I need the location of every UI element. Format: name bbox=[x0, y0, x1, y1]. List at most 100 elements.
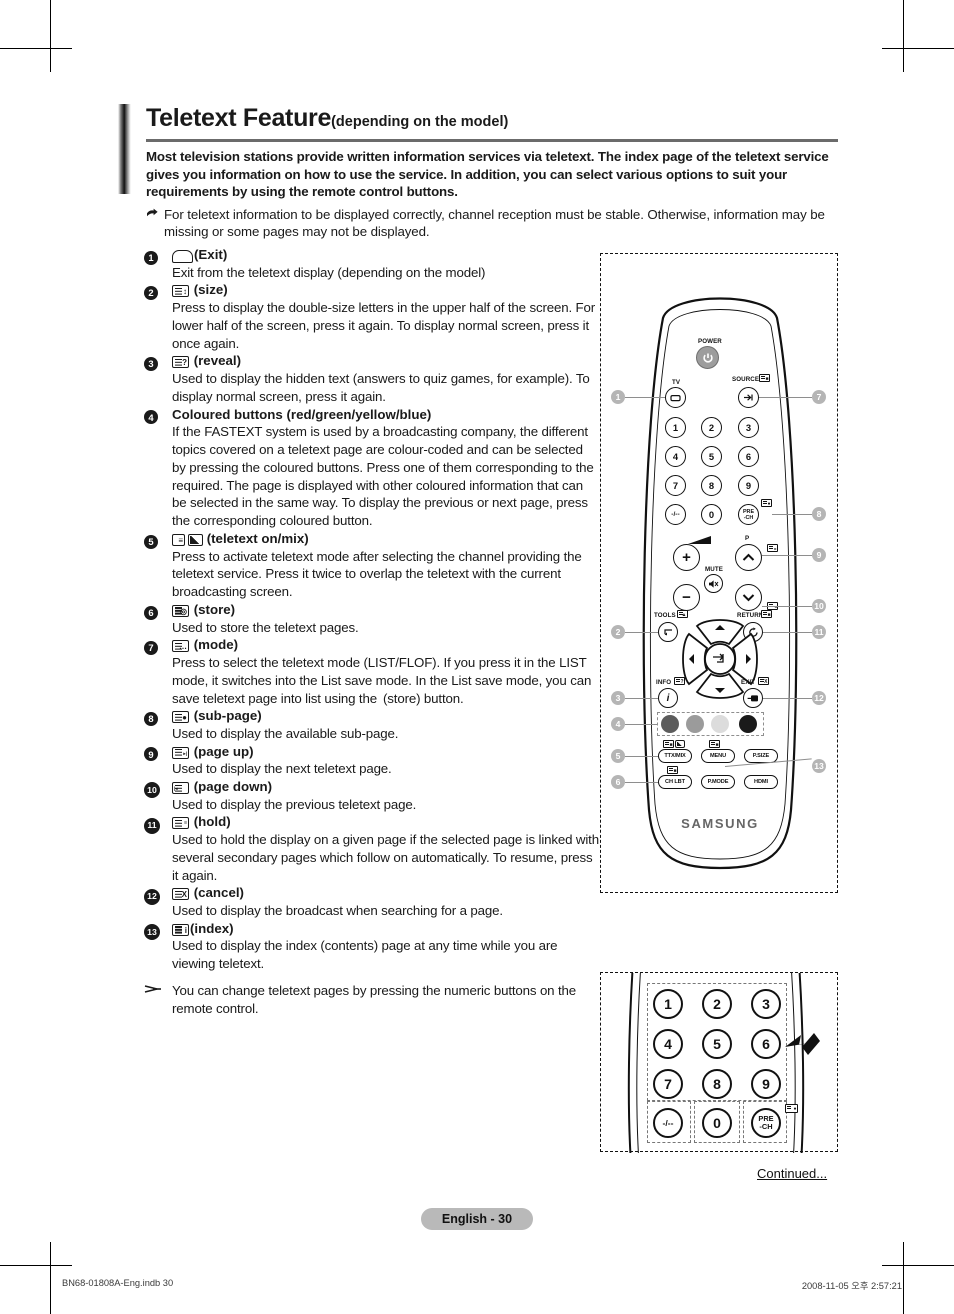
teletext-hold-icon: ≡ bbox=[172, 817, 189, 830]
list-item: 11 ≡ (hold) Used to hold the display on … bbox=[144, 813, 599, 884]
menu-teletext-glyph-icon: ■ bbox=[709, 740, 720, 748]
list-item-label: (size) bbox=[193, 282, 228, 298]
teletext-subpage-icon: ● bbox=[172, 711, 189, 724]
crop-mark-bottom-left-h bbox=[0, 1265, 72, 1266]
list-item-head: (Exit) bbox=[172, 246, 599, 264]
callout-13: 13 bbox=[812, 759, 826, 773]
colour-button-blue[interactable] bbox=[739, 715, 757, 733]
keypad-subpage-glyph-icon: ● bbox=[785, 1104, 798, 1113]
ch-lbt-button[interactable]: CH LBT bbox=[658, 775, 692, 789]
list-item-head: ▸| (page up) bbox=[172, 743, 599, 761]
list-item-desc: Press to activate teletext mode after se… bbox=[172, 548, 582, 600]
keypad-key-dash[interactable]: -/-- bbox=[653, 1108, 683, 1138]
list-item-head: Coloured buttons (red/green/yellow/blue) bbox=[172, 406, 599, 424]
list-item-head: ≡ (teletext on/mix) bbox=[172, 530, 599, 548]
list-item-desc: Exit from the teletext display (dependin… bbox=[172, 264, 486, 280]
list-item: 4 Coloured buttons (red/green/yellow/blu… bbox=[144, 406, 599, 530]
info-button[interactable]: i bbox=[658, 688, 678, 708]
page-title-main: Teletext Feature bbox=[146, 104, 332, 132]
list-item-desc: Used to display the broadcast when searc… bbox=[172, 903, 503, 919]
exit-teletext-glyph-icon: X bbox=[758, 677, 769, 685]
teletext-size-icon: ↕ bbox=[172, 285, 189, 298]
arrow-note-icon bbox=[144, 982, 172, 1018]
page-number-badge: English - 30 bbox=[421, 1208, 533, 1230]
crop-mark-bottom-right bbox=[903, 1242, 904, 1314]
arrow-pointer-icon bbox=[783, 1025, 821, 1070]
exit-button[interactable] bbox=[743, 688, 763, 708]
crop-mark-bottom-right-h bbox=[882, 1265, 954, 1266]
list-item-number: 11 bbox=[144, 813, 172, 884]
chlbt-teletext-glyph-icon: ■ bbox=[667, 766, 678, 774]
list-item-number: 5 bbox=[144, 530, 172, 601]
info-teletext-glyph-icon: ? bbox=[674, 677, 685, 685]
list-item-number: 6 bbox=[144, 601, 172, 636]
list-item-head: ● (sub-page) bbox=[172, 707, 599, 725]
list-item-number: 9 bbox=[144, 743, 172, 778]
list-item: 9 ▸| (page up) Used to display the next … bbox=[144, 743, 599, 778]
callout-12: 12 bbox=[812, 691, 826, 705]
list-item-label: (store) bbox=[193, 601, 236, 617]
list-item-head: i (index) bbox=[172, 920, 599, 938]
list-item-desc: Used to display the next teletext page. bbox=[172, 761, 392, 777]
page-title: Teletext Feature(depending on the model) bbox=[146, 104, 508, 133]
pointing-hand-icon bbox=[146, 206, 164, 241]
keypad-key-0[interactable]: 0 bbox=[702, 1108, 732, 1138]
list-item: 6 ◎ (store) Used to store the teletext p… bbox=[144, 601, 599, 636]
colour-button-red[interactable] bbox=[661, 715, 679, 733]
list-item-number: 10 bbox=[144, 778, 172, 813]
colour-button-yellow[interactable] bbox=[711, 715, 729, 733]
keypad-key-6[interactable]: 6 bbox=[751, 1029, 781, 1059]
remote-body: POWER TV 1 SOURCE ■ 7 1 2 3 4 5 6 7 8 9 … bbox=[601, 254, 839, 894]
list-item: 1 (Exit) Exit from the teletext display … bbox=[144, 246, 599, 281]
intro-paragraph: Most television stations provide written… bbox=[146, 149, 829, 200]
list-item-desc: Used to display the hidden text (answers… bbox=[172, 370, 590, 404]
teletext-pagedown-icon: |◂ bbox=[172, 782, 189, 795]
manual-page: Teletext Feature(depending on the model)… bbox=[0, 0, 954, 1314]
keypad-key-7[interactable]: 7 bbox=[653, 1069, 683, 1099]
list-item-number: 12 bbox=[144, 884, 172, 919]
keypad-key-5[interactable]: 5 bbox=[702, 1029, 732, 1059]
keypad-key-8[interactable]: 8 bbox=[702, 1069, 732, 1099]
teletext-mix-icon bbox=[188, 533, 203, 546]
intro-note-text: For teletext information to be displayed… bbox=[164, 206, 825, 240]
list-item: 13 i (index) Used to display the index (c… bbox=[144, 920, 599, 973]
list-item-desc: Used to display the available sub-page. bbox=[172, 725, 399, 741]
keypad-key-4[interactable]: 4 bbox=[653, 1029, 683, 1059]
callout-3-leader bbox=[625, 698, 658, 700]
list-item-head: ↕ (size) bbox=[172, 281, 599, 299]
tail-note-text: You can change teletext pages by pressin… bbox=[172, 983, 577, 1016]
colour-button-green[interactable] bbox=[686, 715, 704, 733]
crop-mark-top-left bbox=[50, 0, 51, 72]
keypad-key-3[interactable]: 3 bbox=[751, 989, 781, 1019]
exit-box-icon bbox=[172, 250, 193, 263]
list-item-desc: Used to hold the display on a given page… bbox=[172, 832, 599, 883]
title-accent-bar bbox=[118, 104, 131, 194]
hdmi-button[interactable]: HDMI bbox=[744, 775, 778, 789]
list-item-head: … (mode) bbox=[172, 636, 599, 654]
ttx-mix-button[interactable]: TTX/MIX bbox=[658, 749, 692, 763]
info-label: INFO bbox=[656, 679, 672, 686]
intro-note: For teletext information to be displayed… bbox=[146, 206, 838, 241]
list-item-label: (Exit) bbox=[194, 247, 228, 262]
list-item-head: ? (reveal) bbox=[172, 352, 599, 370]
crop-mark-top-right bbox=[903, 0, 904, 72]
keypad-key-1[interactable]: 1 bbox=[653, 989, 683, 1019]
list-item-head: ◎ (store) bbox=[172, 601, 599, 619]
list-item-label: (reveal) bbox=[193, 353, 242, 369]
menu-button[interactable]: MENU bbox=[701, 749, 735, 763]
list-item-number: 8 bbox=[144, 707, 172, 742]
continued-link[interactable]: Continued... bbox=[757, 1166, 827, 1181]
p-mode-button[interactable]: P.MODE bbox=[701, 775, 735, 789]
callout-6-leader bbox=[625, 782, 658, 784]
list-item: 12 X (cancel) Used to display the broadc… bbox=[144, 884, 599, 919]
list-item-label: (page down) bbox=[193, 779, 272, 795]
list-item-desc: If the FASTEXT system is used by a broad… bbox=[172, 424, 594, 529]
keypad-key-prech[interactable]: PRE -CH bbox=[751, 1108, 781, 1138]
list-item-number: 7 bbox=[144, 636, 172, 707]
keypad-key-9[interactable]: 9 bbox=[751, 1069, 781, 1099]
keypad-key-2[interactable]: 2 bbox=[702, 989, 732, 1019]
title-divider bbox=[146, 139, 838, 142]
list-item: 2 ↕ (size) Press to display the double-s… bbox=[144, 281, 599, 352]
list-item-number: 13 bbox=[144, 920, 172, 973]
keypad-figure: 1 2 3 4 5 6 7 8 9 -/-- 0 PRE -CH ● bbox=[600, 972, 838, 1153]
